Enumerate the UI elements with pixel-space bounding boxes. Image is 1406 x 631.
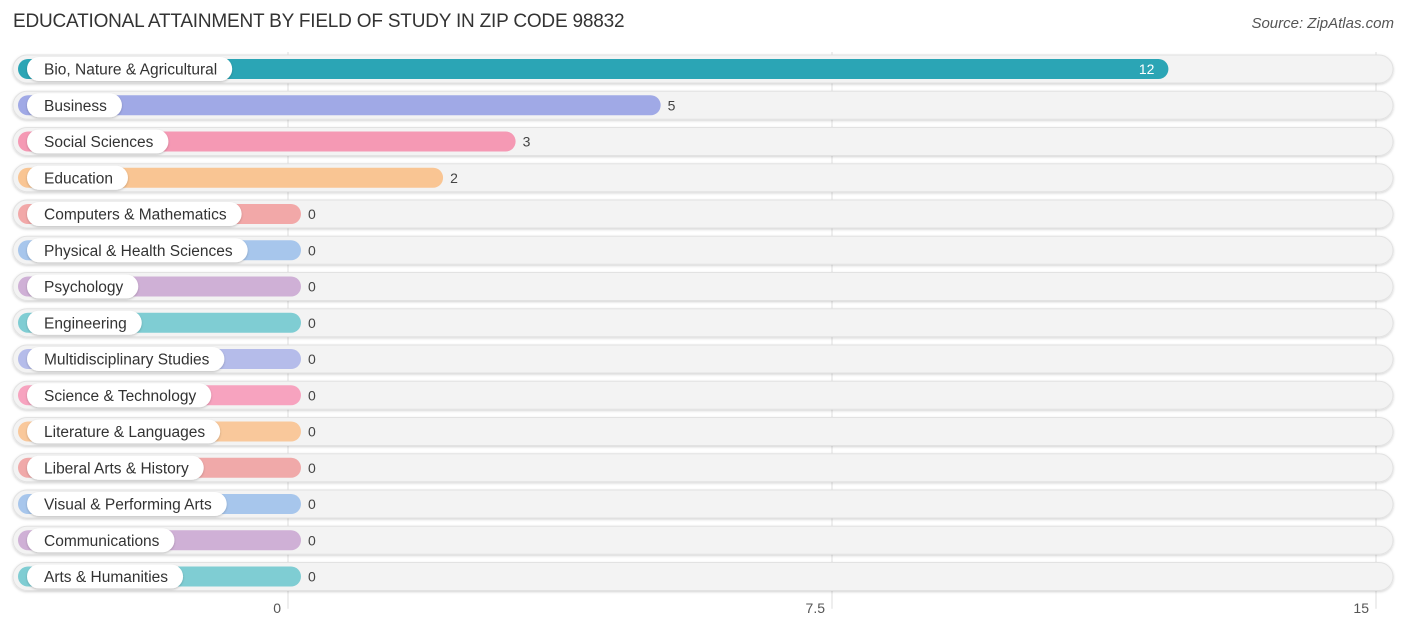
bar-rows: Bio, Nature & Agricultural 12 Business 5 Soc… — [12, 54, 1394, 591]
category-label: Visual & Performing Arts — [44, 497, 212, 514]
bar-row: Literature & Languages 0 — [12, 417, 1394, 446]
bar-row: Engineering 0 — [12, 308, 1394, 338]
category-label: Physical & Health Sciences — [44, 243, 233, 260]
bar-row: Arts & Humanities 0 — [12, 562, 1394, 591]
category-label: Computers & Mathematics — [44, 207, 227, 224]
bar-row: Communications 0 — [12, 525, 1394, 555]
category-label: Communications — [44, 533, 160, 550]
value-label: 0 — [308, 315, 316, 331]
value-label: 2 — [450, 170, 458, 186]
category-label: Arts & Humanities — [44, 569, 168, 586]
category-label: Business — [44, 98, 107, 115]
category-label: Liberal Arts & History — [44, 460, 189, 477]
value-label: 0 — [308, 460, 316, 476]
bar-row: Science & Technology 0 — [12, 380, 1394, 410]
value-label: 0 — [308, 206, 316, 222]
category-label: Multidisciplinary Studies — [44, 352, 210, 369]
value-label: 0 — [308, 279, 316, 295]
bar-row: Visual & Performing Arts 0 — [12, 489, 1394, 519]
category-label: Social Sciences — [44, 134, 154, 151]
value-label: 0 — [308, 496, 316, 512]
bar-row: Physical & Health Sciences 0 — [12, 235, 1394, 265]
value-label: 3 — [523, 134, 531, 150]
bar-row: Computers & Mathematics 0 — [12, 199, 1394, 229]
category-label: Education — [44, 170, 113, 187]
x-axis: 0 7.5 15 — [273, 600, 1369, 616]
value-label: 0 — [308, 569, 316, 585]
x-tick-label: 7.5 — [806, 600, 826, 616]
value-label: 0 — [308, 242, 316, 258]
bar-row: Social Sciences 3 — [12, 127, 1394, 156]
category-label: Science & Technology — [44, 388, 196, 405]
x-tick-label: 15 — [1353, 600, 1369, 616]
value-label: 0 — [308, 387, 316, 403]
bar-chart: Bio, Nature & Agricultural 12 Business 5 Soc… — [12, 52, 1394, 616]
value-label: 5 — [668, 97, 676, 113]
bar-row: Liberal Arts & History 0 — [12, 453, 1394, 483]
bar-row: Business 5 — [12, 90, 1394, 120]
bar-row: Education 2 — [12, 163, 1394, 193]
bar-row: Multidisciplinary Studies 0 — [12, 344, 1394, 374]
category-label: Psychology — [44, 279, 124, 296]
x-tick-label: 0 — [273, 600, 281, 616]
category-label: Bio, Nature & Agricultural — [44, 62, 217, 79]
value-label: 0 — [308, 532, 316, 548]
value-label: 12 — [1139, 61, 1155, 77]
category-label: Engineering — [44, 315, 127, 332]
bar-row: Psychology 0 — [12, 272, 1394, 301]
category-label: Literature & Languages — [44, 424, 205, 441]
bar-row: Bio, Nature & Agricultural 12 — [12, 54, 1394, 84]
value-label: 0 — [308, 351, 316, 367]
value-label: 0 — [308, 424, 316, 440]
